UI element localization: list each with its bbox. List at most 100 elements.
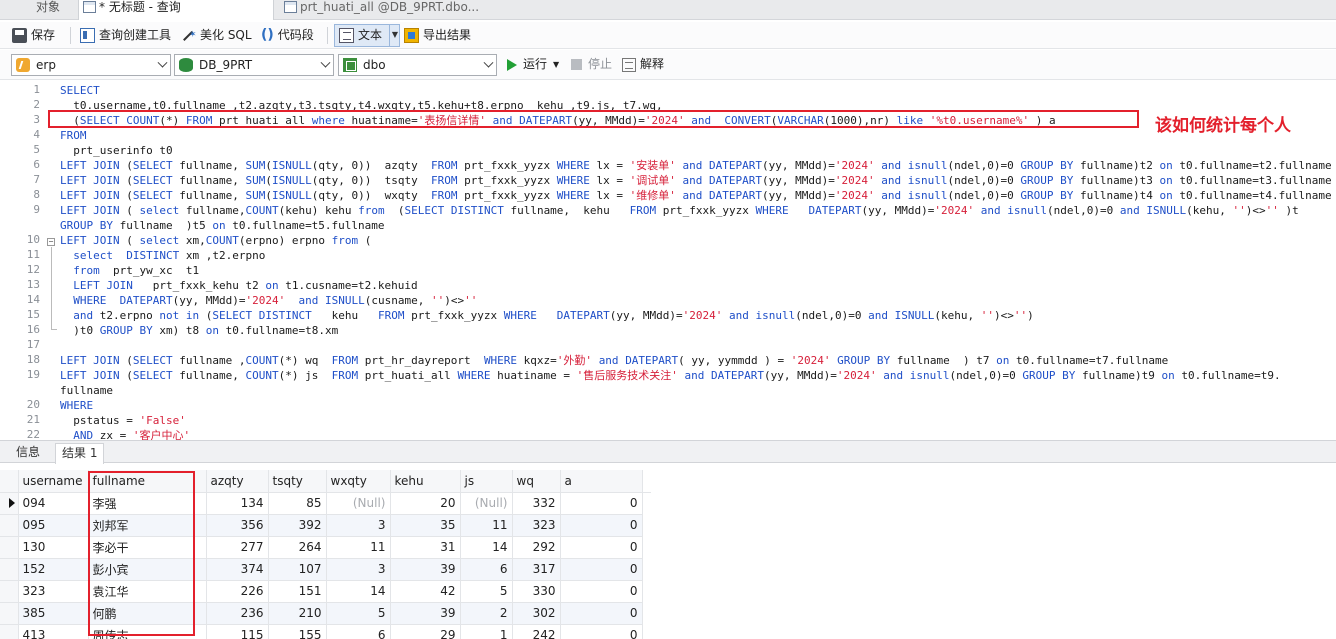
cell-username[interactable]: 413 bbox=[18, 624, 89, 639]
cell-kehu[interactable]: 35 bbox=[390, 514, 461, 537]
code-line[interactable]: select DISTINCT xm ,t2.erpno bbox=[60, 248, 1332, 263]
row-selector[interactable] bbox=[0, 580, 19, 603]
code-line[interactable]: FROM bbox=[60, 128, 1332, 143]
beautify-sql-button[interactable]: 美化 SQL bbox=[181, 25, 252, 46]
cell-js[interactable]: 14 bbox=[460, 536, 513, 559]
cell-wxqty[interactable]: 3 bbox=[326, 514, 391, 537]
cell-wq[interactable]: 242 bbox=[512, 624, 561, 639]
code-line[interactable]: WHERE bbox=[60, 398, 1332, 413]
cell-username[interactable]: 152 bbox=[18, 558, 89, 581]
cell-a[interactable]: 0 bbox=[560, 492, 643, 515]
row-selector[interactable] bbox=[0, 558, 19, 581]
cell-tsqty[interactable]: 151 bbox=[268, 580, 327, 603]
column-header-wxqty[interactable]: wxqty bbox=[326, 470, 391, 493]
code-line[interactable]: LEFT JOIN (SELECT fullname, SUM(ISNULL(q… bbox=[60, 188, 1332, 203]
explain-button[interactable]: 解释 bbox=[622, 54, 664, 75]
cell-a[interactable]: 0 bbox=[560, 580, 643, 603]
cell-wxqty[interactable]: 6 bbox=[326, 624, 391, 639]
sql-editor[interactable]: 1 2 3 4 5 6 7 8 9 10 11 12 13 14 15 16 1… bbox=[0, 81, 1336, 440]
column-header-azqty[interactable]: azqty bbox=[206, 470, 269, 493]
cell-username[interactable]: 323 bbox=[18, 580, 89, 603]
cell-js[interactable]: (Null) bbox=[460, 492, 513, 515]
cell-azqty[interactable]: 115 bbox=[206, 624, 269, 639]
cell-username[interactable]: 385 bbox=[18, 602, 89, 625]
cell-azqty[interactable]: 226 bbox=[206, 580, 269, 603]
cell-js[interactable]: 11 bbox=[460, 514, 513, 537]
code-line[interactable]: LEFT JOIN ( select fullname,COUNT(kehu) … bbox=[60, 203, 1332, 218]
cell-js[interactable]: 1 bbox=[460, 624, 513, 639]
code-line[interactable]: LEFT JOIN (SELECT fullname, COUNT(*) js … bbox=[60, 368, 1332, 383]
code-line[interactable]: LEFT JOIN prt_fxxk_kehu t2 on t1.cusname… bbox=[60, 278, 1332, 293]
cell-tsqty[interactable]: 107 bbox=[268, 558, 327, 581]
run-button[interactable]: 运行 ▼ bbox=[507, 54, 559, 75]
row-selector[interactable] bbox=[0, 624, 19, 639]
cell-wq[interactable]: 317 bbox=[512, 558, 561, 581]
tab-result-1[interactable]: 结果 1 bbox=[55, 443, 105, 464]
code-line[interactable]: LEFT JOIN (SELECT fullname, SUM(ISNULL(q… bbox=[60, 173, 1332, 188]
row-selector[interactable] bbox=[0, 492, 19, 515]
cell-a[interactable]: 0 bbox=[560, 624, 643, 639]
column-header-tsqty[interactable]: tsqty bbox=[268, 470, 327, 493]
row-selector[interactable] bbox=[0, 602, 19, 625]
cell-js[interactable]: 5 bbox=[460, 580, 513, 603]
code-line[interactable]: LEFT JOIN (SELECT fullname, SUM(ISNULL(q… bbox=[60, 158, 1332, 173]
code-line[interactable]: pstatus = 'False' bbox=[60, 413, 1332, 428]
cell-azqty[interactable]: 236 bbox=[206, 602, 269, 625]
code-line[interactable]: AND zx = '客户中心' bbox=[60, 428, 1332, 440]
cell-wxqty[interactable]: 14 bbox=[326, 580, 391, 603]
cell-kehu[interactable]: 42 bbox=[390, 580, 461, 603]
cell-kehu[interactable]: 20 bbox=[390, 492, 461, 515]
save-button[interactable]: 保存 bbox=[12, 25, 55, 46]
query-builder-button[interactable]: 查询创建工具 bbox=[80, 25, 171, 46]
tab-info[interactable]: 信息 bbox=[10, 443, 46, 464]
schema-select[interactable]: dbo bbox=[338, 54, 497, 76]
cell-kehu[interactable]: 31 bbox=[390, 536, 461, 559]
text-mode-button[interactable]: 文本 bbox=[339, 25, 382, 46]
cell-username[interactable]: 094 bbox=[18, 492, 89, 515]
code-line[interactable] bbox=[60, 338, 1332, 353]
cell-tsqty[interactable]: 85 bbox=[268, 492, 327, 515]
cell-kehu[interactable]: 39 bbox=[390, 602, 461, 625]
cell-wq[interactable]: 330 bbox=[512, 580, 561, 603]
cell-wq[interactable]: 302 bbox=[512, 602, 561, 625]
column-header-kehu[interactable]: kehu bbox=[390, 470, 461, 493]
cell-a[interactable]: 0 bbox=[560, 558, 643, 581]
tab-objects[interactable]: 对象 bbox=[30, 0, 60, 20]
cell-username[interactable]: 095 bbox=[18, 514, 89, 537]
cell-wq[interactable]: 323 bbox=[512, 514, 561, 537]
tab-untitled-query[interactable]: * 无标题 - 查询 bbox=[78, 0, 274, 20]
cell-azqty[interactable]: 134 bbox=[206, 492, 269, 515]
cell-wxqty[interactable]: 5 bbox=[326, 602, 391, 625]
cell-wq[interactable]: 292 bbox=[512, 536, 561, 559]
stop-button[interactable]: 停止 bbox=[571, 54, 612, 75]
code-line[interactable]: prt_userinfo t0 bbox=[60, 143, 1332, 158]
cell-js[interactable]: 2 bbox=[460, 602, 513, 625]
cell-a[interactable]: 0 bbox=[560, 514, 643, 537]
cell-azqty[interactable]: 356 bbox=[206, 514, 269, 537]
export-results-button[interactable]: 导出结果 bbox=[404, 25, 471, 46]
column-header-a[interactable]: a bbox=[560, 470, 643, 493]
code-line[interactable]: fullname bbox=[60, 383, 1332, 398]
code-line[interactable]: and t2.erpno not in (SELECT DISTINCT keh… bbox=[60, 308, 1332, 323]
cell-tsqty[interactable]: 264 bbox=[268, 536, 327, 559]
result-grid[interactable]: username fullname azqty tsqty wxqty kehu js wq a… bbox=[0, 470, 1336, 639]
cell-kehu[interactable]: 39 bbox=[390, 558, 461, 581]
cell-wq[interactable]: 332 bbox=[512, 492, 561, 515]
code-line[interactable]: SELECT bbox=[60, 83, 1332, 98]
cell-tsqty[interactable]: 155 bbox=[268, 624, 327, 639]
sql-code[interactable]: SELECT t0.username,t0.fullname ,t2.azqty… bbox=[60, 83, 1332, 440]
cell-azqty[interactable]: 374 bbox=[206, 558, 269, 581]
code-line[interactable]: GROUP BY fullname )t5 on t0.fullname=t5.… bbox=[60, 218, 1332, 233]
cell-azqty[interactable]: 277 bbox=[206, 536, 269, 559]
column-header-js[interactable]: js bbox=[460, 470, 513, 493]
code-line[interactable]: )t0 GROUP BY xm) t8 on t0.fullname=t8.xm bbox=[60, 323, 1332, 338]
cell-a[interactable]: 0 bbox=[560, 602, 643, 625]
cell-kehu[interactable]: 29 bbox=[390, 624, 461, 639]
cell-tsqty[interactable]: 210 bbox=[268, 602, 327, 625]
fold-toggle[interactable]: − bbox=[47, 238, 55, 246]
tab-prt-huati-all[interactable]: prt_huati_all @DB_9PRT.dbo... bbox=[278, 0, 479, 20]
cell-wxqty[interactable]: 3 bbox=[326, 558, 391, 581]
database-select[interactable]: DB_9PRT bbox=[174, 54, 334, 76]
code-line[interactable]: LEFT JOIN (SELECT fullname ,COUNT(*) wq … bbox=[60, 353, 1332, 368]
row-selector[interactable] bbox=[0, 514, 19, 537]
